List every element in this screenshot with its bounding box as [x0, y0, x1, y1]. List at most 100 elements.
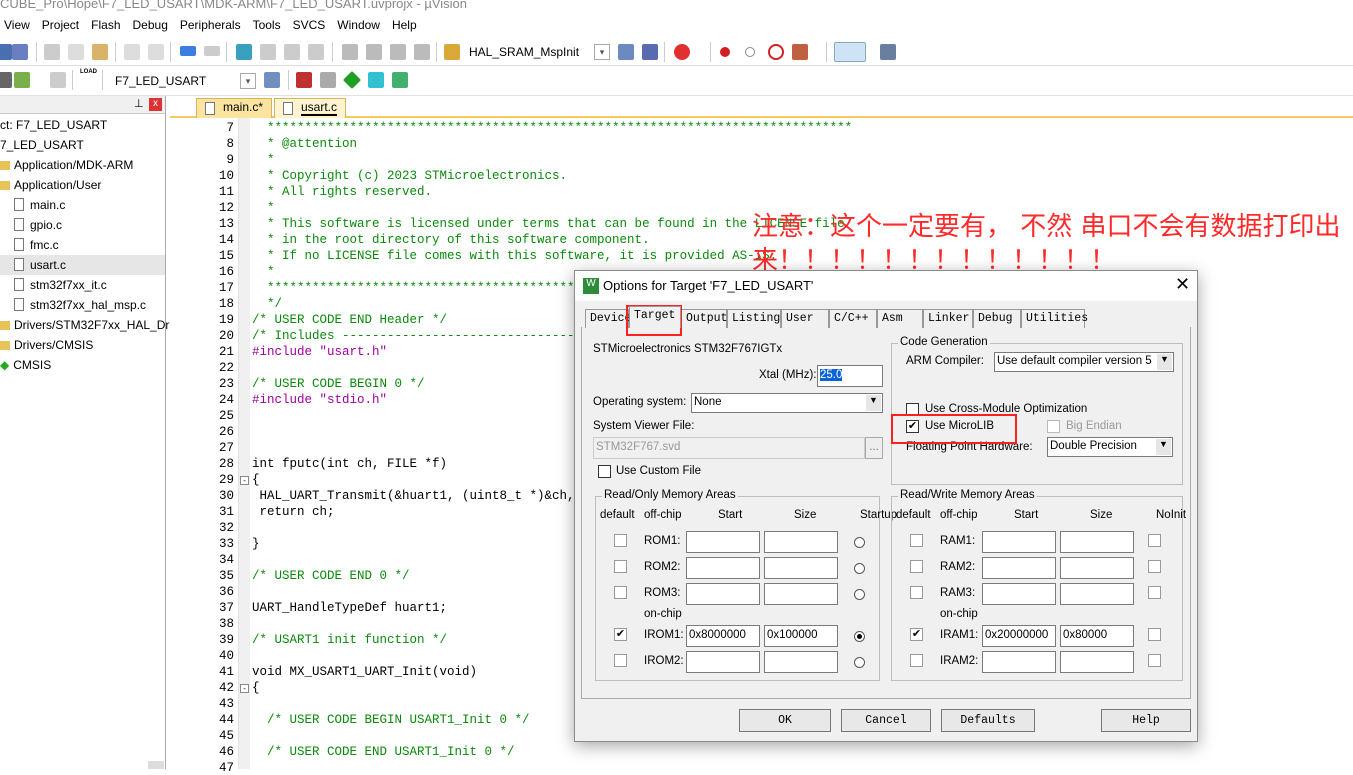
- save-all-icon[interactable]: [12, 44, 28, 60]
- tree-item-folder[interactable]: Application/MDK-ARM: [0, 155, 165, 175]
- tree-item-folder[interactable]: Application/User: [0, 175, 165, 195]
- clear-bookmarks-icon[interactable]: [308, 44, 324, 60]
- size-input[interactable]: [764, 583, 838, 605]
- paste-icon[interactable]: [92, 44, 108, 60]
- code-line[interactable]: *: [252, 265, 275, 279]
- cut-icon[interactable]: [44, 44, 60, 60]
- xtal-input[interactable]: 25.0: [817, 365, 883, 387]
- start-input[interactable]: [686, 583, 760, 605]
- tab-output[interactable]: Output: [681, 309, 727, 328]
- code-line[interactable]: }: [252, 537, 260, 551]
- start-input[interactable]: [982, 531, 1056, 553]
- manage-project-items-icon[interactable]: [296, 72, 312, 88]
- code-line[interactable]: * All rights reserved.: [252, 185, 432, 199]
- size-input[interactable]: 0x80000: [1060, 625, 1134, 647]
- tree-item-file[interactable]: stm32f7xx_hal_msp.c: [0, 295, 165, 315]
- noinit-checkbox[interactable]: [1148, 534, 1161, 547]
- default-checkbox[interactable]: [614, 534, 627, 547]
- default-checkbox[interactable]: [910, 654, 923, 667]
- tab-target[interactable]: Target: [629, 306, 681, 328]
- code-line[interactable]: ****************************************…: [252, 121, 852, 135]
- prev-bookmark-icon[interactable]: [260, 44, 276, 60]
- noinit-checkbox[interactable]: [1148, 560, 1161, 573]
- incremental-find-icon[interactable]: [642, 44, 658, 60]
- default-checkbox[interactable]: [614, 586, 627, 599]
- navigate-forward-icon[interactable]: [204, 46, 220, 56]
- size-input[interactable]: [764, 531, 838, 553]
- code-line[interactable]: * If no LICENSE file comes with this sof…: [252, 249, 777, 263]
- code-line[interactable]: *: [252, 201, 275, 215]
- code-line[interactable]: {: [252, 681, 260, 695]
- size-input[interactable]: [1060, 651, 1134, 673]
- os-select[interactable]: None ▼: [691, 393, 883, 413]
- start-input[interactable]: [686, 651, 760, 673]
- pin-icon[interactable]: ⊥: [134, 97, 144, 110]
- menu-peripherals[interactable]: Peripherals: [176, 16, 249, 36]
- tree-item-component[interactable]: ◆ CMSIS: [0, 355, 165, 375]
- window-layout-icon[interactable]: [834, 42, 866, 62]
- default-checkbox[interactable]: ✔: [910, 628, 923, 641]
- tree-item-file[interactable]: fmc.c: [0, 235, 165, 255]
- tree-item-root[interactable]: ct: F7_LED_USART: [0, 115, 165, 135]
- build-icon[interactable]: [0, 72, 12, 88]
- find-in-files-icon[interactable]: [444, 44, 460, 60]
- size-input[interactable]: 0x100000: [764, 625, 838, 647]
- unindent-icon[interactable]: [366, 44, 382, 60]
- help-button[interactable]: Help: [1101, 709, 1191, 732]
- start-input[interactable]: [982, 651, 1056, 673]
- tab-user[interactable]: User: [781, 309, 829, 328]
- debug-session-icon[interactable]: [674, 44, 690, 60]
- code-line[interactable]: * @attention: [252, 137, 357, 151]
- pack-installer-icon[interactable]: [342, 70, 362, 90]
- start-input[interactable]: [982, 557, 1056, 579]
- fold-toggle[interactable]: -: [240, 476, 249, 485]
- default-checkbox[interactable]: [910, 586, 923, 599]
- ok-button[interactable]: OK: [739, 709, 831, 732]
- tab-main-c[interactable]: main.c*: [196, 98, 273, 118]
- tab-cc[interactable]: C/C++: [829, 309, 877, 328]
- undo-icon[interactable]: [124, 44, 140, 60]
- chevron-down-icon[interactable]: ▼: [866, 395, 881, 411]
- size-input[interactable]: [1060, 531, 1134, 553]
- event-recorder-icon[interactable]: [392, 72, 408, 88]
- code-line[interactable]: /* USER CODE END USART1_Init 0 */: [252, 745, 515, 759]
- next-bookmark-icon[interactable]: [284, 44, 300, 60]
- startup-radio[interactable]: [854, 589, 865, 600]
- breakpoint-icon[interactable]: [720, 47, 730, 57]
- menu-svcs[interactable]: SVCS: [289, 16, 334, 36]
- startup-radio[interactable]: [854, 657, 865, 668]
- defaults-button[interactable]: Defaults: [941, 709, 1035, 732]
- kill-breakpoints-icon[interactable]: [768, 44, 784, 60]
- startup-radio[interactable]: [854, 563, 865, 574]
- default-checkbox[interactable]: [614, 560, 627, 573]
- rebuild-icon[interactable]: [14, 72, 30, 88]
- custom-file-checkbox[interactable]: [598, 465, 611, 478]
- code-line[interactable]: *: [252, 153, 275, 167]
- copy-icon[interactable]: [68, 44, 84, 60]
- chevron-down-icon[interactable]: ▼: [1157, 354, 1172, 370]
- size-input[interactable]: [1060, 583, 1134, 605]
- tab-linker[interactable]: Linker: [923, 309, 973, 328]
- noinit-checkbox[interactable]: [1148, 628, 1161, 641]
- cancel-button[interactable]: Cancel: [841, 709, 931, 732]
- tree-item-target[interactable]: 7_LED_USART: [0, 135, 165, 155]
- code-line[interactable]: /* USER CODE BEGIN 0 */: [252, 377, 425, 391]
- scrollbar[interactable]: [148, 761, 164, 769]
- code-line[interactable]: UART_HandleTypeDef huart1;: [252, 601, 447, 615]
- disable-breakpoint-icon[interactable]: [745, 47, 755, 57]
- start-input[interactable]: [686, 557, 760, 579]
- chevron-down-icon[interactable]: ▾: [594, 44, 610, 60]
- tab-listing[interactable]: Listing: [727, 309, 781, 328]
- compiler-select[interactable]: Use default compiler version 5 ▼: [994, 352, 1174, 372]
- code-line[interactable]: {: [252, 473, 260, 487]
- find-icon[interactable]: [618, 44, 634, 60]
- tree-item-file[interactable]: stm32f7xx_it.c: [0, 275, 165, 295]
- code-line[interactable]: */: [252, 297, 282, 311]
- menu-view[interactable]: View: [0, 16, 38, 36]
- comment-icon[interactable]: [390, 44, 406, 60]
- menu-window[interactable]: Window: [333, 16, 388, 36]
- tree-item-folder[interactable]: Drivers/CMSIS: [0, 335, 165, 355]
- code-line[interactable]: /* USER CODE END 0 */: [252, 569, 410, 583]
- tree-item-folder[interactable]: Drivers/STM32F7xx_HAL_Driv: [0, 315, 178, 335]
- close-icon[interactable]: ✕: [1175, 274, 1190, 295]
